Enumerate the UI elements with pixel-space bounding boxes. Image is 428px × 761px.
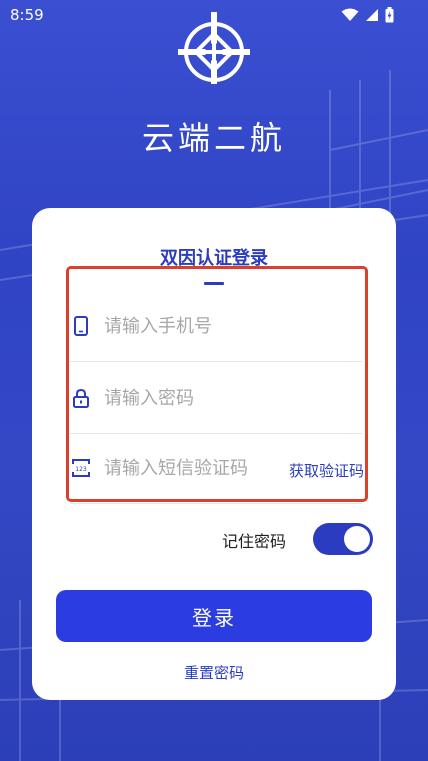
battery-icon	[385, 7, 394, 23]
toggle-knob	[344, 526, 370, 552]
login-button[interactable]: 登录	[56, 590, 372, 642]
status-icons	[341, 7, 394, 23]
app-title: 云端二航	[141, 119, 286, 157]
phone-field	[70, 290, 362, 362]
login-card: 双因认证登录 123 获取验证码 记住密码 登录 重置密码	[32, 208, 396, 700]
reset-password-link[interactable]: 重置密码	[32, 662, 396, 683]
phone-input[interactable]	[104, 310, 334, 342]
status-time: 8:59	[10, 6, 44, 24]
password-field	[70, 362, 362, 434]
wifi-icon	[341, 8, 359, 21]
lock-icon	[73, 388, 89, 408]
logo-icon	[178, 12, 250, 84]
remember-password-toggle[interactable]	[313, 523, 373, 555]
sms-code-field: 123 获取验证码	[70, 432, 364, 504]
remember-password-label: 记住密码	[222, 532, 287, 551]
get-code-button[interactable]: 获取验证码	[289, 460, 364, 481]
sms-code-input[interactable]	[104, 452, 274, 484]
sms-code-icon-text: 123	[75, 466, 87, 473]
phone-icon	[74, 316, 88, 336]
sms-code-icon: 123	[72, 459, 90, 477]
password-input[interactable]	[104, 382, 334, 414]
signal-icon	[366, 9, 378, 21]
